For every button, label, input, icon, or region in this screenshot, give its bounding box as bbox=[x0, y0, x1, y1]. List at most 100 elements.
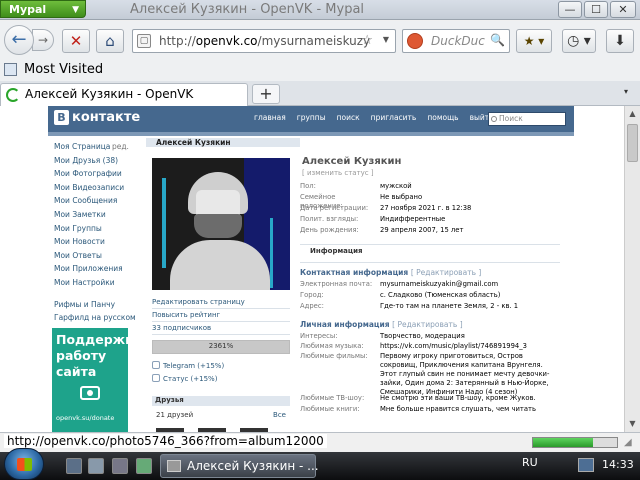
left-menu-item[interactable]: Мои Друзья (38) bbox=[54, 156, 136, 170]
info-row-value: Индифферентные bbox=[380, 215, 446, 223]
nav-groups[interactable]: группы bbox=[297, 113, 326, 122]
most-visited-bookmark[interactable]: Most Visited bbox=[24, 62, 103, 77]
status-link[interactable]: Статус (+15%) bbox=[152, 373, 290, 386]
history-button[interactable]: ◷ ▾ bbox=[562, 29, 596, 53]
downloads-button[interactable]: ⬇ bbox=[606, 29, 634, 53]
taskbar: Алексей Кузякин - ... RU 14:33 bbox=[0, 448, 640, 480]
tab-strip: Алексей Кузякин - OpenVK + ▾ bbox=[0, 81, 640, 106]
status-icon bbox=[152, 374, 160, 382]
profile-name: Алексей Кузякин bbox=[302, 156, 402, 167]
home-button[interactable]: ⌂ bbox=[96, 29, 124, 53]
profile-name-tab: Алексей Кузякин bbox=[146, 138, 300, 147]
download-progress-bar bbox=[532, 437, 618, 448]
taskbar-item-mypal[interactable]: Алексей Кузякин - ... bbox=[160, 454, 319, 478]
left-menu-group-link[interactable]: Гарфилд на русском bbox=[54, 313, 136, 327]
resize-grip-icon[interactable]: ◢ bbox=[624, 437, 632, 448]
quick-launch-icon[interactable] bbox=[136, 458, 152, 474]
close-window-button[interactable]: ✕ bbox=[610, 1, 636, 18]
info-row-value: mysurnameiskuzyakin@gmail.com bbox=[380, 280, 499, 288]
quick-launch-icon[interactable] bbox=[112, 458, 128, 474]
new-tab-button[interactable]: + bbox=[252, 84, 280, 104]
left-menu-item[interactable]: Мои Новости bbox=[54, 237, 136, 251]
search-go-icon[interactable]: 🔍 bbox=[490, 33, 505, 47]
url-bar[interactable]: ▢ http://openvk.co/mysurnameiskuzy ☆ ▼ bbox=[132, 29, 396, 53]
rating-bar-label: 2361% bbox=[208, 342, 234, 350]
quick-launch-icon[interactable] bbox=[88, 458, 104, 474]
vk-search-input[interactable]: Поиск bbox=[488, 112, 566, 126]
left-menu-item[interactable]: Мои Видеозаписи bbox=[54, 183, 136, 197]
info-row-value: с. Сладково (Тюменская область) bbox=[380, 291, 501, 299]
nav-invite[interactable]: пригласить bbox=[371, 113, 417, 122]
stop-button[interactable]: ✕ bbox=[62, 29, 90, 53]
left-menu-item[interactable]: Мои Настройки bbox=[54, 278, 136, 292]
tab-list-icon[interactable]: ▾ bbox=[624, 87, 628, 96]
profile-actions: Редактировать страницу Повысить рейтинг … bbox=[152, 296, 290, 335]
info-row-key: День рождения: bbox=[300, 226, 359, 234]
contact-section-edit-link[interactable]: [ Редактировать ] bbox=[411, 268, 481, 277]
taskbar-item-label: Алексей Кузякин - ... bbox=[187, 459, 319, 473]
show-desktop-icon[interactable] bbox=[66, 458, 82, 474]
back-button[interactable]: ← bbox=[4, 25, 34, 55]
friends-all-link[interactable]: Все bbox=[273, 411, 286, 419]
duckduckgo-icon[interactable] bbox=[407, 33, 423, 49]
info-row-key: Дата регистрации: bbox=[300, 204, 369, 212]
left-menu-item[interactable]: Мои Фотографии bbox=[54, 169, 136, 183]
friends-count: 21 друзей bbox=[156, 411, 194, 419]
info-row-key: Полит. взгляды: bbox=[300, 215, 359, 223]
rating-boost-links: Telegram (+15%) Статус (+15%) bbox=[152, 360, 290, 386]
nav-home[interactable]: главная bbox=[254, 113, 286, 122]
donate-banner-text: Поддержи работу сайта bbox=[56, 332, 134, 379]
page-scrollbar[interactable]: ▲ ▼ bbox=[624, 106, 640, 432]
info-row-key: Адрес: bbox=[300, 302, 324, 310]
vk-top-nav: главная группы поиск пригласить помощь выйти bbox=[254, 113, 505, 122]
left-menu-item[interactable]: Мои Группы bbox=[54, 224, 136, 238]
telegram-link[interactable]: Telegram (+15%) bbox=[152, 360, 290, 373]
app-menu-button[interactable]: Mypal ▼ bbox=[0, 0, 86, 18]
download-progress-fill bbox=[533, 438, 594, 447]
search-bar[interactable]: DuckDuc 🔍 bbox=[402, 29, 510, 53]
info-row-value: 29 апреля 2007, 15 лет bbox=[380, 226, 464, 234]
tab-openvk[interactable]: Алексей Кузякин - OpenVK bbox=[0, 83, 248, 106]
page-info-icon[interactable]: ▢ bbox=[137, 34, 151, 48]
url-history-dropdown-icon[interactable]: ▼ bbox=[383, 35, 389, 44]
bookmark-star-icon[interactable]: ☆ bbox=[361, 33, 373, 48]
forward-button[interactable]: → bbox=[32, 29, 54, 51]
start-button[interactable] bbox=[4, 448, 44, 480]
maximize-button[interactable]: ☐ bbox=[584, 1, 608, 18]
loading-spinner-icon bbox=[6, 88, 20, 102]
info-row-value: 27 ноября 2021 г. в 12:38 bbox=[380, 204, 472, 212]
info-section-header[interactable]: Информация bbox=[310, 247, 363, 255]
language-indicator[interactable]: RU bbox=[522, 456, 538, 469]
scroll-up-icon[interactable]: ▲ bbox=[625, 106, 640, 122]
minimize-button[interactable]: — bbox=[558, 1, 582, 18]
info-row-key: Любимые фильмы: bbox=[300, 352, 368, 360]
scrollbar-thumb[interactable] bbox=[627, 124, 638, 162]
left-menu-item[interactable]: Мои Ответы bbox=[54, 251, 136, 265]
info-row-key: Город: bbox=[300, 291, 324, 299]
edit-page-link[interactable]: Редактировать страницу bbox=[152, 296, 290, 309]
friends-summary: 21 друзей Все bbox=[156, 411, 286, 419]
left-menu-item[interactable]: Мои Заметки bbox=[54, 210, 136, 224]
subscribers-link[interactable]: 33 подписчиков bbox=[152, 322, 290, 335]
boost-rating-link[interactable]: Повысить рейтинг bbox=[152, 309, 290, 322]
left-menu-item[interactable]: Мои Приложения bbox=[54, 264, 136, 278]
page-viewport: Вконтакте главная группы поиск пригласить по… bbox=[0, 106, 624, 432]
nav-search[interactable]: поиск bbox=[337, 113, 360, 122]
info-row-value: Не смотрю эти ваши ТВ-шоу, кроме Жуков. bbox=[380, 394, 536, 402]
profile-photo[interactable] bbox=[152, 158, 290, 290]
network-tray-icon[interactable] bbox=[578, 458, 594, 472]
nav-help[interactable]: помощь bbox=[427, 113, 458, 122]
vk-logo[interactable]: Вконтакте bbox=[54, 110, 140, 125]
left-menu-group-link[interactable]: Рифмы и Панчу bbox=[54, 300, 136, 314]
search-placeholder: DuckDuc bbox=[431, 34, 485, 48]
donate-banner[interactable]: Поддержи работу сайта openvk.su/donate bbox=[52, 328, 134, 432]
personal-section-edit-link[interactable]: [ Редактировать ] bbox=[392, 320, 462, 329]
info-row-value: Не выбрано bbox=[380, 193, 423, 201]
bookmarks-menu-button[interactable]: ★ ▾ bbox=[516, 29, 552, 53]
scroll-down-icon[interactable]: ▼ bbox=[625, 416, 640, 432]
clock[interactable]: 14:33 bbox=[602, 458, 634, 471]
info-row-value: Творчество, модерация bbox=[380, 332, 465, 340]
left-menu-item[interactable]: Мои Сообщения bbox=[54, 196, 136, 210]
left-menu-edit-link[interactable]: ред. bbox=[112, 142, 129, 151]
change-status-link[interactable]: [ изменить статус ] bbox=[302, 169, 374, 177]
